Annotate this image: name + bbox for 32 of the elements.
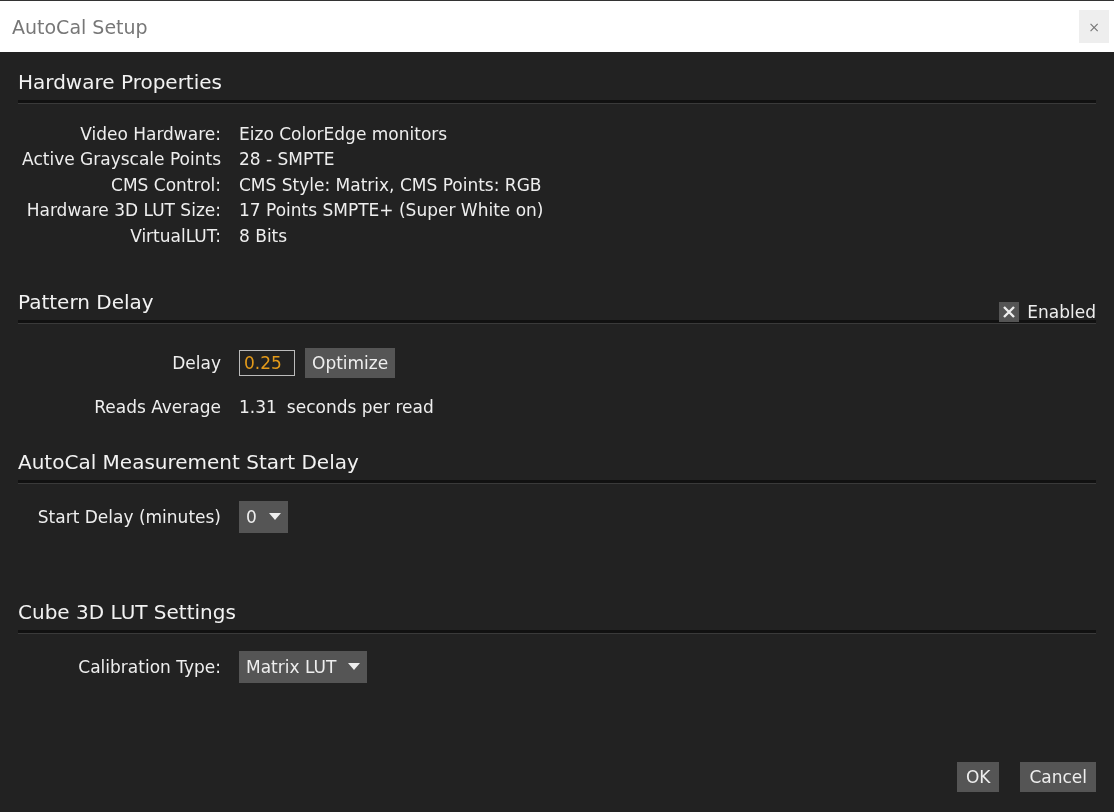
field-label: VirtualLUT: xyxy=(129,225,221,246)
section-heading: Pattern Delay xyxy=(18,290,154,314)
delay-input[interactable]: 0.25 xyxy=(239,350,295,376)
close-button[interactable]: × xyxy=(1079,10,1109,43)
field-label: Reads Average xyxy=(93,397,221,417)
field-label: Hardware 3D LUT Size: xyxy=(25,200,221,221)
dropdown[interactable]: 0 xyxy=(239,501,288,533)
dialog-button[interactable]: Cancel xyxy=(1020,762,1096,792)
unit-label: seconds per read xyxy=(286,397,434,417)
field-label: CMS Control: xyxy=(110,174,221,195)
optimize-button[interactable]: Optimize xyxy=(305,348,396,378)
window-title: AutoCal Setup xyxy=(12,15,148,38)
field-value: 28 - SMPTE xyxy=(239,149,335,170)
checkbox[interactable] xyxy=(999,302,1020,322)
field-label: Calibration Type: xyxy=(77,657,221,677)
checkbox-label: Enabled xyxy=(1027,302,1096,322)
field-label: Delay xyxy=(171,353,221,373)
field-value: CMS Style: Matrix, CMS Points: RGB xyxy=(239,174,542,195)
field-value: 17 Points SMPTE+ (Super White on) xyxy=(239,200,544,221)
field-label: Start Delay (minutes) xyxy=(36,507,221,527)
dropdown[interactable]: Matrix LUT xyxy=(239,651,368,683)
field-label: Video Hardware: xyxy=(79,123,221,144)
field-value: 8 Bits xyxy=(239,225,288,246)
caret-icon xyxy=(268,513,281,521)
field-value: Eizo ColorEdge monitors xyxy=(239,123,448,144)
caret-icon xyxy=(348,663,361,671)
section-heading: Hardware Properties xyxy=(18,70,222,94)
dialog-button[interactable]: OK xyxy=(956,762,1000,792)
field-label: Active Grayscale Points xyxy=(21,149,221,170)
section-heading: Cube 3D LUT Settings xyxy=(18,600,236,624)
field-value: 1.31 xyxy=(239,397,277,417)
section-heading: AutoCal Measurement Start Delay xyxy=(18,450,359,474)
